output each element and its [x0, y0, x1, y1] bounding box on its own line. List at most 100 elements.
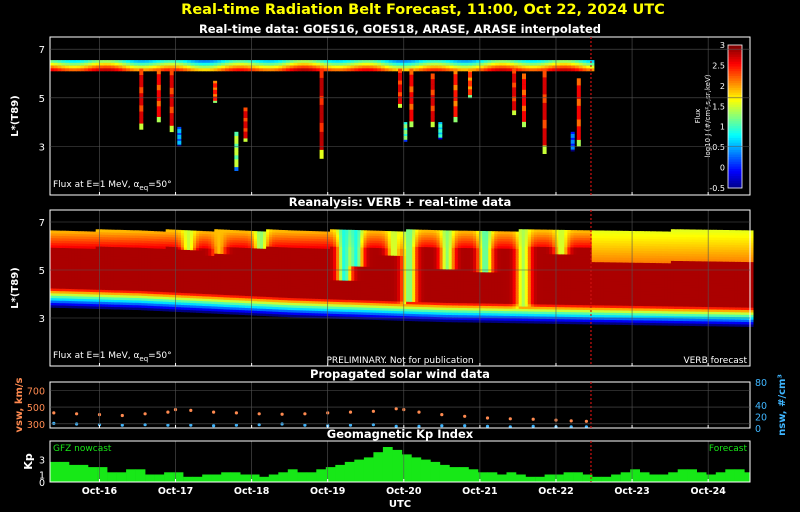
geo-band-cell: [225, 60, 230, 64]
geo-band-cell: [559, 68, 564, 72]
geo-band-cell: [548, 68, 553, 72]
geo-band-cell: [80, 65, 85, 69]
geo-band-cell: [301, 62, 306, 66]
reanalysis-cell: [193, 230, 197, 234]
geo-band-cell: [251, 65, 256, 69]
reanalysis-cell: [253, 231, 258, 234]
geo-band-cell: [133, 60, 138, 64]
geo-band-cell: [293, 60, 298, 64]
arase-pass-cell: [570, 147, 575, 150]
arase-pass-cell: [234, 143, 239, 148]
arase-pass-cell: [213, 98, 218, 101]
arase-pass-cell: [139, 123, 144, 130]
reanalysis-cell: [199, 230, 203, 234]
arase-pass-cell: [213, 96, 218, 99]
arase-pass-cell: [430, 100, 435, 106]
reanalysis-cell: [89, 231, 94, 235]
geo-band-cell: [362, 60, 367, 64]
arase-pass-cell: [570, 139, 575, 142]
reanalysis-cell: [62, 230, 66, 234]
geo-band-cell: [483, 68, 488, 72]
reanalysis-cell: [323, 231, 328, 235]
geo-band-cell: [175, 60, 180, 64]
geo-band-cell: [411, 62, 416, 66]
arase-pass-cell: [169, 106, 174, 114]
arase-pass-cell: [438, 122, 443, 125]
arase-pass-cell: [409, 121, 414, 128]
reanalysis-cell: [387, 231, 392, 234]
geo-band-cell: [206, 65, 211, 69]
reanalysis-cell: [345, 229, 349, 233]
arase-pass-cell: [139, 99, 144, 106]
geo-band-cell: [559, 62, 564, 66]
reanalysis-cell: [357, 230, 361, 233]
geo-band-cell: [160, 60, 165, 64]
arase-pass-cell: [156, 84, 161, 91]
arase-pass-cell: [430, 89, 435, 96]
geo-band-cell: [137, 62, 142, 66]
arase-pass-cell: [570, 149, 575, 152]
geo-band-cell: [426, 68, 431, 72]
geo-band-cell: [419, 68, 424, 72]
geo-band-cell: [369, 62, 374, 66]
geo-band-cell: [415, 62, 420, 66]
arase-pass-cell: [243, 134, 248, 139]
geo-band-cell: [198, 68, 203, 72]
reanalysis-cell: [217, 229, 221, 233]
arase-pass-cell: [512, 91, 517, 97]
arase-pass-cell: [398, 99, 402, 104]
reanalysis-cell: [348, 229, 352, 233]
geo-band-cell: [426, 65, 431, 69]
geo-band-cell: [487, 65, 492, 69]
arase-pass-cell: [576, 105, 581, 113]
geo-band-cell: [384, 68, 389, 72]
geo-band-cell: [342, 60, 348, 64]
geo-band-cell: [206, 68, 211, 72]
reanalysis-cell: [183, 230, 188, 234]
geo-band-cell: [289, 68, 294, 72]
geo-band-cell: [434, 60, 439, 64]
geo-band-cell: [244, 62, 249, 66]
reanalysis-cell: [260, 231, 264, 235]
geo-band-cell: [540, 65, 545, 69]
reanalysis-cell: [120, 229, 124, 233]
geo-band-cell: [453, 60, 458, 64]
arase-pass-cell: [177, 140, 182, 143]
geo-band-cell: [377, 62, 382, 66]
geo-band-cell: [335, 65, 340, 69]
reanalysis-cell: [107, 229, 112, 233]
reanalysis-cell: [171, 229, 176, 233]
arase-pass-cell: [398, 84, 402, 89]
arase-pass-cell: [576, 132, 581, 140]
geo-band-cell: [76, 65, 81, 69]
geo-band-cell: [312, 60, 317, 64]
geo-band-cell: [571, 68, 576, 72]
arase-pass-cell: [512, 105, 517, 111]
geo-band-cell: [137, 65, 142, 69]
arase-pass-cell: [512, 68, 517, 74]
geo-band-cell: [225, 62, 230, 66]
geo-band-cell: [525, 60, 530, 64]
geo-band-cell: [53, 68, 58, 72]
geo-band-cell: [255, 65, 260, 69]
geo-band-cell: [156, 60, 161, 64]
geo-band-cell: [209, 68, 214, 72]
geo-band-cell: [304, 65, 310, 69]
geo-band-cell: [434, 68, 439, 72]
figure-title: Real-time Radiation Belt Forecast, 11:00…: [181, 2, 665, 18]
reanalysis-cell: [205, 231, 209, 235]
geo-band-cell: [213, 65, 218, 69]
reanalysis-cell: [177, 229, 182, 233]
arase-pass-cell: [169, 112, 174, 120]
geo-band-cell: [110, 62, 116, 66]
geo-band-cell: [187, 62, 192, 66]
reanalysis-cell: [50, 230, 54, 234]
arase-pass-cell: [319, 68, 324, 78]
geo-band-cell: [164, 68, 169, 72]
geo-band-cell: [502, 60, 507, 64]
geo-band-cell: [430, 65, 435, 69]
geo-band-cell: [91, 62, 96, 66]
geo-band-cell: [152, 60, 157, 64]
geo-band-cell: [537, 68, 542, 72]
geo-band-cell: [198, 60, 203, 64]
